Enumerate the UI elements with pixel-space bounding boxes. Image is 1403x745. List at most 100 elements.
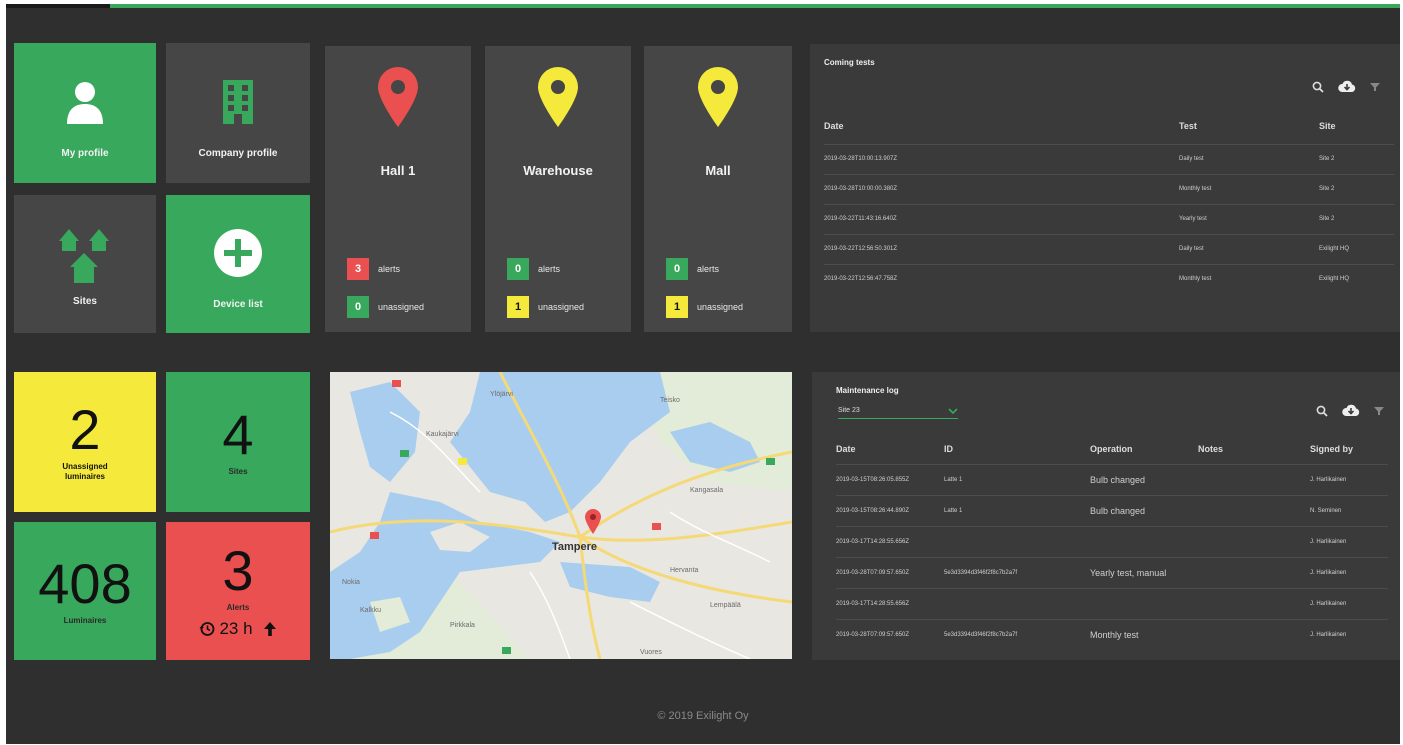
sites-tile[interactable]: Sites (14, 195, 156, 333)
coming-tests-table: Date Test Site 2019-03-28T10:00:13.907Z D… (824, 108, 1394, 294)
table-cell (1198, 463, 1310, 495)
map-label: Nokia (342, 579, 360, 586)
my-profile-label: My profile (61, 147, 109, 159)
table-cell (1198, 494, 1310, 526)
unassigned-count: 1 (507, 296, 529, 318)
unassigned-count: 0 (347, 296, 369, 318)
luminaires-tile[interactable]: 408 Luminaires (14, 522, 156, 660)
map-label: Hervanta (670, 567, 699, 574)
column-header: Date (824, 120, 844, 131)
table-cell: 2019-03-28T07:09:57.650Z (836, 556, 944, 588)
table-cell: Yearly test, manual (1090, 556, 1198, 588)
unassigned-luminaires-tile[interactable]: 2 Unassigned luminaires (14, 372, 156, 512)
table-row[interactable]: 2019-03-28T07:09:57.650Z 5e3d3394d3f46f2f… (836, 618, 1388, 650)
site-tile-mall[interactable]: Mall 0 alerts 1 unassigned (644, 46, 792, 332)
company-profile-label: Company profile (198, 147, 278, 159)
luminaires-caption: Luminaires (63, 615, 107, 625)
history-span: 23 h (219, 619, 253, 639)
table-row[interactable]: 2019-03-28T10:00:13.907Z Daily test Site 2 (824, 143, 1394, 174)
alerts-history: 23 h (199, 619, 276, 639)
unassigned-count: 1 (666, 296, 688, 318)
table-cell: Site 2 (1319, 143, 1394, 174)
table-cell: 2019-03-17T14:28:55.656Z (836, 587, 944, 619)
company-profile-tile[interactable]: Company profile (166, 43, 310, 183)
site-tile-warehouse[interactable]: Warehouse 0 alerts 1 unassigned (485, 46, 631, 332)
table-cell: 2019-03-22T12:56:47.758Z (824, 263, 1179, 294)
site-select[interactable]: Site 23 (838, 403, 958, 419)
table-row[interactable]: 2019-03-22T12:56:50.301Z Daily test Exilig… (824, 233, 1394, 264)
coming-tests-title: Coming tests (824, 58, 875, 67)
search-icon[interactable] (1312, 81, 1324, 93)
column-header: Operation (1090, 443, 1133, 454)
filter-icon[interactable] (1370, 82, 1380, 92)
site-name: Warehouse (523, 163, 593, 178)
table-cell (1090, 525, 1198, 557)
location-pin-icon (377, 66, 419, 133)
table-cell (1090, 587, 1198, 619)
table-row[interactable]: 2019-03-15T08:26:05.855Z Latte 1 Bulb chan… (836, 463, 1388, 495)
my-profile-tile[interactable]: My profile (14, 43, 156, 183)
table-cell: J. Harlikainen (1310, 525, 1388, 557)
filter-icon[interactable] (1374, 406, 1384, 416)
table-cell: Latte 1 (944, 494, 1090, 526)
table-cell: Monthly test (1179, 173, 1319, 204)
chevron-down-icon (948, 407, 958, 414)
alerts-label: alerts (697, 264, 720, 274)
building-icon (223, 74, 253, 130)
site-name: Hall 1 (380, 163, 416, 178)
sites-count-value: 4 (222, 402, 254, 466)
table-cell: J. Harlikainen (1310, 556, 1388, 588)
map-label: Ylöjärvi (490, 391, 513, 398)
table-cell (944, 587, 1090, 619)
table-row[interactable]: 2019-03-28T07:09:57.650Z 5e3d3394d3f46f2f… (836, 556, 1388, 588)
table-cell: 2019-03-28T07:09:57.650Z (836, 618, 944, 650)
add-circle-icon (213, 225, 263, 281)
sites-count-tile[interactable]: 4 Sites (166, 372, 310, 512)
dashboard: My profile Company profile Sites Device … (6, 4, 1400, 744)
map-label: Kaukajärvi (426, 431, 459, 438)
map-label: Kalkku (360, 607, 381, 614)
column-header: Notes (1198, 443, 1224, 454)
alerts-count: 0 (666, 258, 688, 280)
top-accent-tab (6, 4, 110, 8)
table-row[interactable]: 2019-03-17T14:28:55.656Z J. Harlikainen (836, 587, 1388, 619)
alerts-tile[interactable]: 3 Alerts 23 h (166, 522, 310, 660)
alerts-row: 0 alerts (666, 258, 786, 280)
table-cell: J. Harlikainen (1310, 587, 1388, 619)
cloud-download-icon[interactable] (1338, 80, 1356, 93)
site-map[interactable]: Ylöjärvi Kangasala Tampere Nokia Pirkkal… (330, 372, 792, 659)
column-header: Signed by (1310, 443, 1354, 454)
alerts-row: 0 alerts (507, 258, 627, 280)
table-row[interactable]: 2019-03-17T14:28:55.656Z J. Harlikainen (836, 525, 1388, 557)
table-cell: 2019-03-15T08:26:05.855Z (836, 463, 944, 495)
table-cell: Exilight HQ (1319, 233, 1394, 264)
table-cell: Latte 1 (944, 463, 1090, 495)
history-icon (199, 621, 215, 637)
map-label: Kangasala (690, 487, 723, 494)
arrow-up-icon[interactable] (263, 621, 277, 637)
table-cell: 5e3d3394d3f46f2f8c7b2a7f (944, 618, 1090, 650)
cloud-download-icon[interactable] (1342, 404, 1360, 417)
table-row[interactable]: 2019-03-28T10:00:00.380Z Monthly test Site… (824, 173, 1394, 204)
table-cell: Bulb changed (1090, 463, 1198, 495)
map-label: Lempäälä (710, 602, 741, 609)
search-icon[interactable] (1316, 405, 1328, 417)
table-cell: Site 2 (1319, 203, 1394, 234)
site-tile-hall-1[interactable]: Hall 1 3 alerts 0 unassigned (325, 46, 471, 332)
sites-caption: Sites (228, 466, 248, 476)
table-cell: Bulb changed (1090, 494, 1198, 526)
unassigned-caption: Unassigned luminaires (62, 461, 108, 481)
table-cell: 2019-03-22T11:43:16.640Z (824, 203, 1179, 234)
table-cell (1198, 556, 1310, 588)
map-label: Teisko (660, 397, 680, 404)
luminaires-count-value: 408 (38, 551, 132, 615)
site-select-value: Site 23 (838, 407, 860, 414)
maintenance-log-title: Maintenance log (836, 386, 899, 395)
table-row[interactable]: 2019-03-22T11:43:16.640Z Yearly test Site … (824, 203, 1394, 234)
table-header-row: Date Test Site (824, 108, 1394, 144)
table-row[interactable]: 2019-03-15T08:26:44.890Z Latte 1 Bulb chan… (836, 494, 1388, 526)
device-list-tile[interactable]: Device list (166, 195, 310, 333)
unassigned-row: 1 unassigned (666, 296, 786, 318)
table-row[interactable]: 2019-03-22T12:56:47.758Z Monthly test Exil… (824, 263, 1394, 294)
table-header-row: Date ID Operation Notes Signed by (836, 434, 1388, 464)
